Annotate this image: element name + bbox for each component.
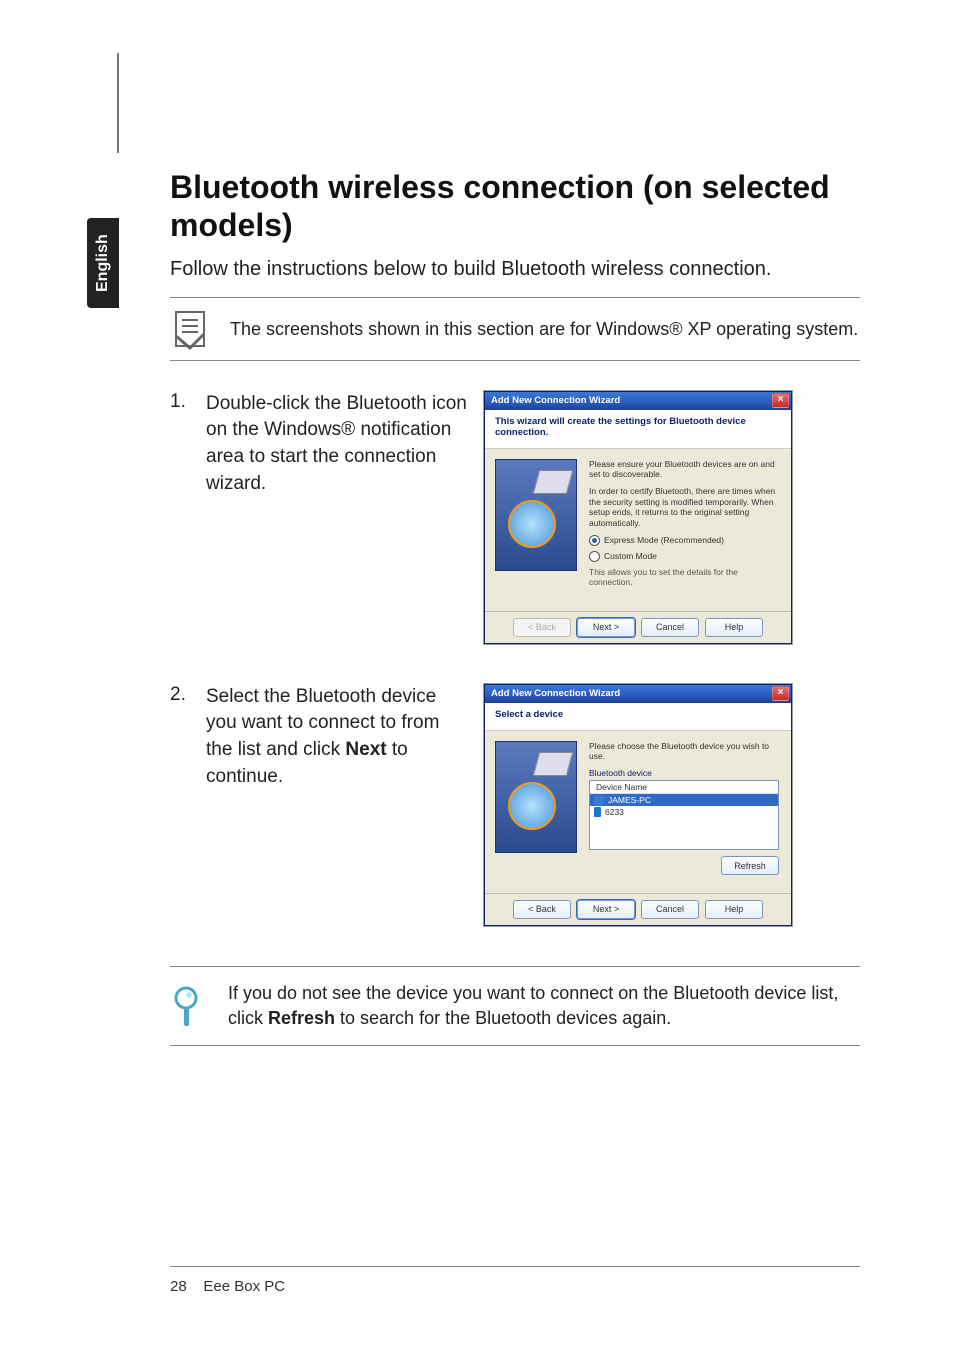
intro-text: Follow the instructions below to build B… <box>170 255 860 283</box>
radio-express[interactable]: Express Mode (Recommended) <box>589 535 779 546</box>
wizard-screenshot-2: Add New Connection Wizard × Select a dev… <box>484 684 792 926</box>
language-tab: English <box>87 218 119 308</box>
back-button: < Back <box>513 618 571 637</box>
next-button[interactable]: Next > <box>577 900 635 919</box>
radio-icon <box>589 551 600 562</box>
footer: 28 Eee Box PC <box>170 1278 285 1295</box>
wizard-para: Please ensure your Bluetooth devices are… <box>589 459 779 480</box>
vertical-rule <box>117 53 119 153</box>
radio-icon <box>589 535 600 546</box>
radio-subtext: This allows you to set the details for t… <box>589 567 779 588</box>
note-box: The screenshots shown in this section ar… <box>170 297 860 361</box>
next-button[interactable]: Next > <box>577 618 635 637</box>
wizard-title: Add New Connection Wizard <box>491 395 620 406</box>
refresh-button[interactable]: Refresh <box>721 856 779 875</box>
device-row[interactable]: 6233 <box>590 806 778 818</box>
tip-after: to search for the Bluetooth devices agai… <box>335 1008 671 1028</box>
step-2: 2. Select the Bluetooth device you want … <box>170 684 860 926</box>
device-name: 6233 <box>605 807 624 817</box>
cancel-button[interactable]: Cancel <box>641 618 699 637</box>
footer-label: Eee Box PC <box>203 1278 285 1295</box>
step-number: 1. <box>170 391 192 497</box>
radio-label: Express Mode (Recommended) <box>604 535 724 545</box>
phone-icon <box>594 807 601 817</box>
pc-icon <box>594 796 604 805</box>
help-button[interactable]: Help <box>705 900 763 919</box>
help-button[interactable]: Help <box>705 618 763 637</box>
step-text: Select the Bluetooth device you want to … <box>206 684 470 790</box>
wizard-screenshot-1: Add New Connection Wizard × This wizard … <box>484 391 792 644</box>
close-icon[interactable]: × <box>772 686 789 701</box>
wizard-art-icon <box>495 459 577 571</box>
wizard-title: Add New Connection Wizard <box>491 688 620 699</box>
step-text: Double-click the Bluetooth icon on the W… <box>206 391 470 497</box>
magnifier-icon <box>170 984 206 1028</box>
note-text: The screenshots shown in this section ar… <box>230 317 858 341</box>
footer-rule <box>170 1266 860 1267</box>
page-title: Bluetooth wireless connection (on select… <box>170 168 860 245</box>
device-name: JAMES-PC <box>608 795 651 805</box>
wizard-header: This wizard will create the settings for… <box>485 410 791 449</box>
radio-label: Custom Mode <box>604 551 657 561</box>
step-1: 1. Double-click the Bluetooth icon on th… <box>170 391 860 644</box>
wizard-para: In order to certify Bluetooth, there are… <box>589 486 779 529</box>
step-text-bold: Next <box>345 739 386 760</box>
tip-bold: Refresh <box>268 1008 335 1028</box>
back-button[interactable]: < Back <box>513 900 571 919</box>
tip-box: If you do not see the device you want to… <box>170 966 860 1046</box>
page-number: 28 <box>170 1278 187 1295</box>
wizard-art-icon <box>495 741 577 853</box>
device-row[interactable]: JAMES-PC <box>590 794 778 806</box>
device-list[interactable]: Device Name JAMES-PC 6233 <box>589 780 779 850</box>
wizard-header: Select a device <box>485 703 791 731</box>
step-number: 2. <box>170 684 192 790</box>
tip-text: If you do not see the device you want to… <box>228 981 860 1031</box>
wizard-instruction: Please choose the Bluetooth device you w… <box>589 741 779 762</box>
cancel-button[interactable]: Cancel <box>641 900 699 919</box>
radio-custom[interactable]: Custom Mode <box>589 551 779 562</box>
note-icon <box>170 308 212 350</box>
close-icon[interactable]: × <box>772 393 789 408</box>
group-label: Bluetooth device <box>589 768 779 778</box>
column-header: Device Name <box>590 781 778 794</box>
